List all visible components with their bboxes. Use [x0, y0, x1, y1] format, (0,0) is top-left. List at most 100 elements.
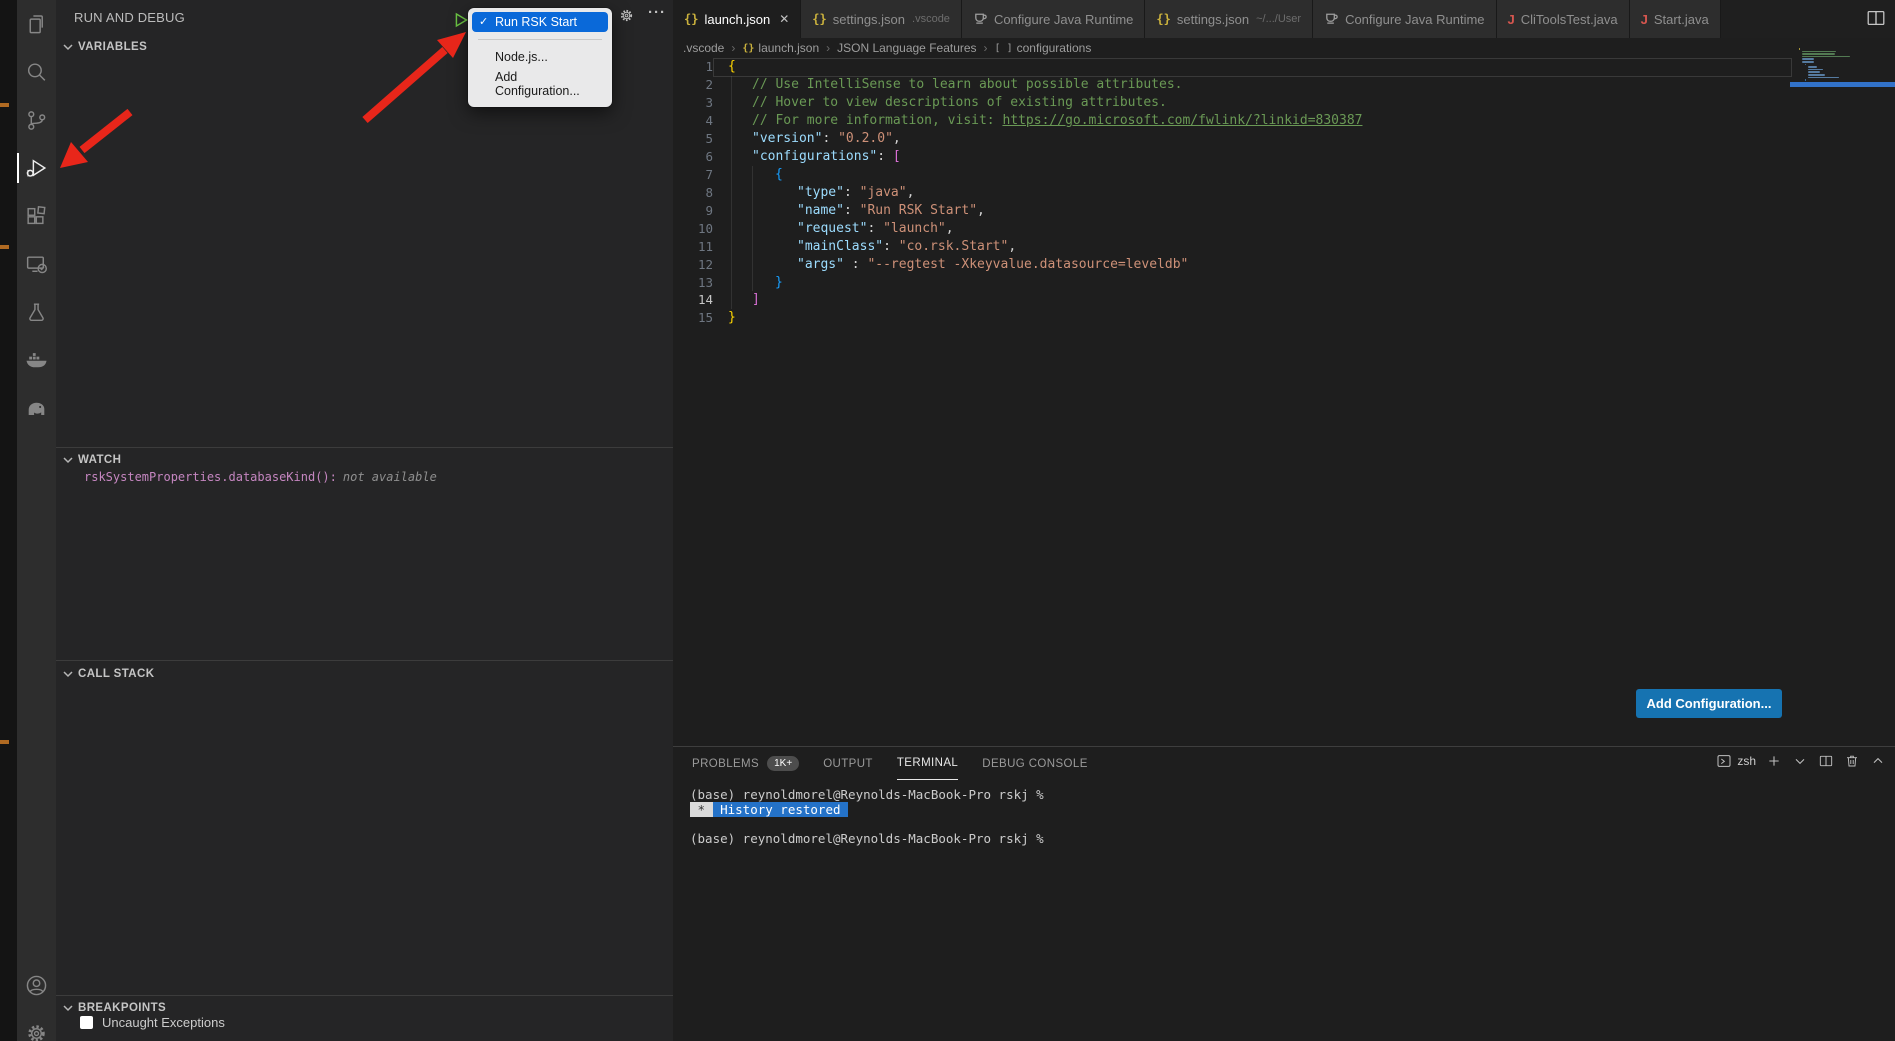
- breadcrumb-item-configurations[interactable]: [ ]configurations: [995, 41, 1092, 55]
- panel-tab-label: PROBLEMS: [692, 758, 759, 770]
- maximize-panel-button[interactable]: [1870, 753, 1886, 769]
- debug-settings-gear-icon[interactable]: [618, 7, 635, 29]
- sidebar-title: RUN AND DEBUG: [74, 10, 185, 25]
- split-panel-icon: [1818, 753, 1834, 769]
- watch-expression-row[interactable]: rskSystemProperties.databaseKind():not a…: [84, 470, 437, 484]
- activity-item-gradle[interactable]: [17, 384, 56, 432]
- section-header-call-stack[interactable]: CALL STACK: [56, 663, 673, 685]
- minimap-line: [1802, 51, 1836, 53]
- problems-count-badge: 1K+: [767, 756, 799, 771]
- panel-tab-debug-console[interactable]: DEBUG CONSOLE: [982, 748, 1088, 780]
- terminal-output[interactable]: (base) reynoldmorel@Reynolds-MacBook-Pro…: [690, 787, 1044, 846]
- minimap-line: [1808, 69, 1823, 71]
- chevron-down-icon: [60, 1000, 76, 1016]
- breadcrumb-item-launch-json[interactable]: {}launch.json: [742, 41, 819, 55]
- line-number: 12: [673, 257, 713, 272]
- add-terminal-button[interactable]: [1766, 753, 1782, 769]
- code-line-12: 12"args" : "--regtest -Xkeyvalue.datasou…: [673, 255, 1895, 273]
- code-token: ,: [1008, 239, 1016, 254]
- current-line-highlight: [713, 58, 1792, 77]
- tab-start-java[interactable]: J Start.java: [1630, 0, 1721, 38]
- code-token: ,: [893, 131, 901, 146]
- minimap-line: [1808, 71, 1820, 73]
- code-token: [: [893, 149, 901, 164]
- minimap-line: [1802, 53, 1835, 55]
- breadcrumb-label: JSON Language Features: [837, 41, 976, 55]
- line-content: "type": "java",: [728, 185, 914, 200]
- close-icon[interactable]: ✕: [779, 12, 789, 26]
- json-braces-icon: {}: [1156, 12, 1170, 26]
- split-editor-icon[interactable]: [1865, 7, 1887, 34]
- breakpoint-row-uncaught-exceptions[interactable]: Uncaught Exceptions: [80, 1015, 225, 1030]
- editor-tab-bar: {}launch.json✕{}settings.json.vscodeConf…: [673, 0, 1895, 38]
- add-configuration-button[interactable]: Add Configuration...: [1636, 689, 1782, 718]
- panel-tab-label: OUTPUT: [823, 758, 873, 770]
- menu-item-run-rsk-start[interactable]: ✓ Run RSK Start: [472, 12, 608, 32]
- new-terminal-button[interactable]: zsh: [1716, 753, 1756, 769]
- java-file-icon: J: [1641, 12, 1648, 27]
- activity-item-remote-explorer[interactable]: [17, 240, 56, 288]
- activity-item-run-and-debug[interactable]: [17, 144, 56, 192]
- search-icon: [24, 60, 49, 85]
- menu-item-node-js-[interactable]: Node.js...: [468, 47, 612, 67]
- activity-item-explorer[interactable]: [17, 0, 56, 48]
- activity-item-docker[interactable]: [17, 336, 56, 384]
- breadcrumb-separator: ›: [984, 41, 988, 55]
- tab-configure-java-runtime[interactable]: Configure Java Runtime: [962, 0, 1145, 38]
- split-terminal-button[interactable]: [1818, 753, 1834, 769]
- tab-label: Start.java: [1654, 12, 1709, 27]
- checkmark-icon: ✓: [479, 15, 488, 28]
- line-number: 13: [673, 275, 713, 290]
- code-token: // For more information, visit:: [752, 113, 1002, 128]
- code-token: :: [877, 149, 893, 164]
- docker-whale-icon: [24, 348, 49, 373]
- activity-item-accounts[interactable]: [17, 961, 56, 1009]
- line-content: }: [728, 275, 783, 290]
- code-token: ,: [977, 203, 985, 218]
- tab-settings-json[interactable]: {}settings.json~/.../User: [1145, 0, 1313, 38]
- line-content: "name": "Run RSK Start",: [728, 203, 985, 218]
- line-content: "configurations": [: [728, 149, 901, 164]
- line-number: 3: [673, 95, 713, 110]
- tab-configure-java-runtime[interactable]: Configure Java Runtime: [1313, 0, 1496, 38]
- tab-launch-json[interactable]: {}launch.json✕: [673, 0, 801, 38]
- tab-clitoolstest-java[interactable]: JCliToolsTest.java: [1497, 0, 1630, 38]
- files-icon: [24, 12, 49, 37]
- minimap-line: [1805, 64, 1806, 66]
- activity-item-extensions[interactable]: [17, 192, 56, 240]
- chevron-down-icon: [60, 452, 76, 468]
- checkbox[interactable]: [80, 1016, 93, 1029]
- code-link[interactable]: https://go.microsoft.com/fwlink/?linkid=…: [1002, 113, 1362, 128]
- kill-terminal-button[interactable]: [1844, 753, 1860, 769]
- line-number: 5: [673, 131, 713, 146]
- line-content: // Hover to view descriptions of existin…: [728, 95, 1167, 110]
- code-token: "mainClass": [797, 239, 883, 254]
- extensions-icon: [24, 204, 49, 229]
- panel-tab-problems[interactable]: PROBLEMS 1K+: [692, 748, 799, 780]
- launch-profile-button[interactable]: [1792, 753, 1808, 769]
- line-number: 7: [673, 167, 713, 182]
- breadcrumb-label: .vscode: [683, 41, 724, 55]
- more-actions-icon[interactable]: ···: [648, 4, 666, 21]
- breadcrumb-item-json-language-features[interactable]: JSON Language Features: [837, 41, 976, 55]
- line-content: // For more information, visit: https://…: [728, 113, 1362, 128]
- activity-item-source-control[interactable]: [17, 96, 56, 144]
- breadcrumb-item--vscode[interactable]: .vscode: [683, 41, 724, 55]
- panel-tab-terminal[interactable]: TERMINAL: [897, 747, 958, 780]
- menu-item-add-configuration-[interactable]: Add Configuration...: [468, 67, 612, 101]
- line-number: 11: [673, 239, 713, 254]
- activity-item-settings[interactable]: [17, 1009, 56, 1041]
- code-token: }: [728, 310, 736, 325]
- panel-tab-output[interactable]: OUTPUT: [823, 748, 873, 780]
- code-token: ,: [907, 185, 915, 200]
- code-editor[interactable]: 1{2// Use IntelliSense to learn about po…: [673, 58, 1895, 327]
- activity-item-search[interactable]: [17, 48, 56, 96]
- section-header-watch[interactable]: WATCH: [56, 449, 673, 471]
- line-number: 6: [673, 149, 713, 164]
- line-content: }: [728, 310, 736, 325]
- gear-icon: [24, 1021, 49, 1041]
- source-control-icon: [24, 108, 49, 133]
- bottom-panel: PROBLEMS 1K+ OUTPUT TERMINAL DEBUG CONSOLE z…: [673, 746, 1895, 1041]
- tab-settings-json[interactable]: {}settings.json.vscode: [801, 0, 962, 38]
- activity-item-testing[interactable]: [17, 288, 56, 336]
